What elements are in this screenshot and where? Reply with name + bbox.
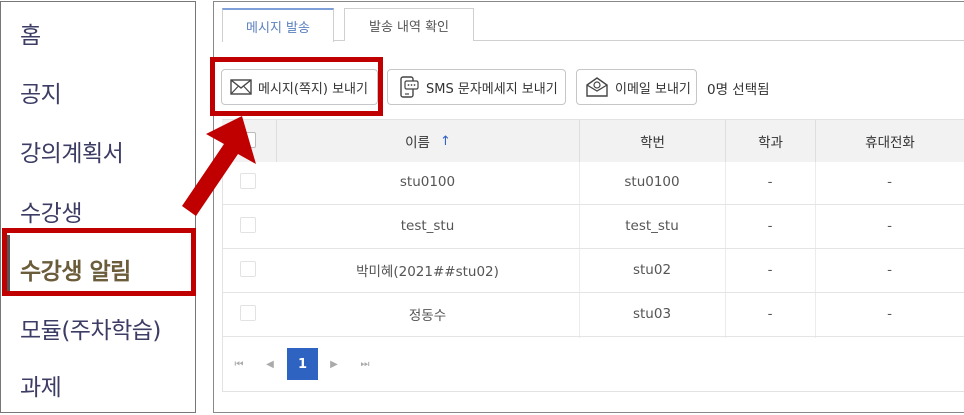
cell-name: 박미혜(2021##stu02)	[356, 264, 499, 280]
row-divider	[222, 336, 964, 337]
selected-count: 0명 선택됨	[707, 82, 770, 98]
tab-send-history[interactable]: 발송 내역 확인	[344, 8, 474, 41]
cell-department: -	[767, 218, 773, 234]
sidebar-highlight-box	[2, 228, 196, 296]
column-header-phone[interactable]: 휴대전화	[815, 120, 964, 162]
sort-asc-icon: ↑	[439, 133, 451, 149]
cell-name: test_stu	[400, 218, 455, 234]
next-page-button[interactable]: ▶	[320, 350, 348, 378]
row-checkbox[interactable]	[240, 305, 256, 321]
sidebar-item-assignments[interactable]: 과제	[20, 368, 62, 402]
sidebar-item-modules[interactable]: 모듈(주차학습)	[20, 311, 161, 345]
sidebar-item-home[interactable]: 홈	[20, 16, 41, 50]
send-email-label: 이메일 보내기	[615, 81, 691, 97]
cell-department: -	[767, 174, 773, 190]
column-header-name[interactable]: 이름 ↑	[276, 120, 579, 162]
cell-student-id: stu03	[632, 306, 672, 322]
cell-phone: -	[887, 306, 892, 322]
cell-phone: -	[887, 262, 892, 278]
column-header-name-label: 이름	[405, 135, 430, 151]
cell-phone: -	[887, 218, 892, 234]
cell-student-id: test_stu	[625, 218, 679, 234]
email-icon	[586, 77, 608, 97]
course-sidebar: 홈 공지 강의계획서 수강생 수강생 알림 모듈(주차학습) 과제	[0, 1, 196, 413]
send-sms-button[interactable]: SMS 문자메세지 보내기	[387, 69, 566, 105]
message-button-highlight-box	[210, 57, 383, 116]
cell-department: -	[767, 262, 773, 278]
cell-student-id: stu02	[632, 262, 672, 278]
sidebar-item-notice[interactable]: 공지	[20, 75, 62, 109]
tab-send-message[interactable]: 메시지 발송	[222, 8, 334, 42]
column-header-department[interactable]: 학과	[725, 120, 815, 162]
phone-icon	[400, 76, 419, 98]
cell-phone: -	[887, 174, 892, 190]
cell-student-id: stu0100	[624, 174, 680, 190]
send-email-button[interactable]: 이메일 보내기	[576, 69, 697, 105]
column-header-student-id[interactable]: 학번	[579, 120, 725, 162]
cell-name: 정동수	[408, 308, 447, 324]
row-checkbox[interactable]	[240, 261, 256, 277]
cell-department: -	[767, 306, 773, 322]
sidebar-item-syllabus[interactable]: 강의계획서	[20, 134, 124, 168]
first-page-button[interactable]: ⏮	[225, 350, 253, 378]
last-page-button[interactable]: ⏭	[351, 350, 379, 378]
page-1-button[interactable]: 1	[287, 348, 318, 380]
cell-name: stu0100	[399, 174, 456, 190]
send-sms-label: SMS 문자메세지 보내기	[426, 81, 558, 97]
sidebar-item-students[interactable]: 수강생	[20, 194, 82, 228]
annotation-arrow-icon	[182, 116, 256, 216]
prev-page-button[interactable]: ◀	[256, 350, 284, 378]
